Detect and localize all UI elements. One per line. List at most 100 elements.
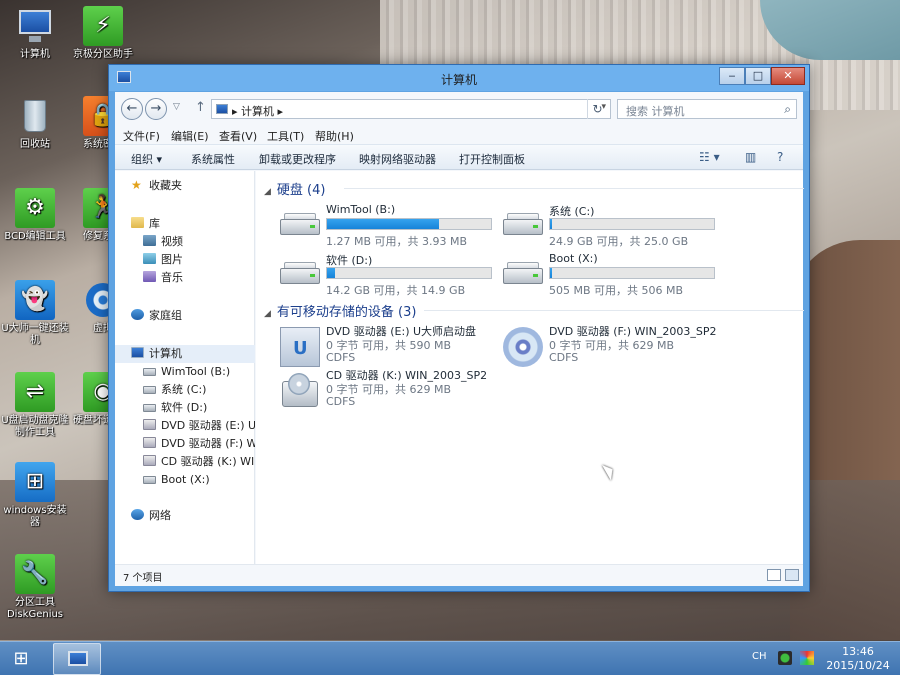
drive-icon [143,386,156,394]
menu-tools[interactable]: 工具(T) [267,128,304,144]
desktop-icon-diskgenius[interactable]: 🔧 分区工具 DiskGenius [0,554,70,621]
drive-icon [143,404,156,412]
nav-network[interactable]: 网络 [115,507,255,525]
details-view-icon[interactable] [767,569,781,581]
refresh-button[interactable]: ↻ [587,99,607,119]
system-properties-button[interactable]: 系统属性 [191,151,235,167]
close-button[interactable]: ✕ [771,67,805,85]
removable-item-k[interactable]: CD 驱动器 (K:) WIN_2003_SP2 0 字节 可用，共 629 M… [276,367,496,411]
collapse-icon[interactable]: ◢ [264,187,271,197]
desktop-icon-label: BCD编辑工具 [4,231,66,242]
group-removable[interactable]: ◢ 有可移动存储的设备 (3) [264,301,804,320]
nav-drive-k[interactable]: CD 驱动器 (K:) WIN [115,453,255,471]
desktop-icon-computer[interactable]: 计算机 [0,6,70,61]
cd-drive-icon [143,455,156,466]
library-icon [131,217,144,228]
collapse-icon[interactable]: ◢ [264,309,271,319]
homegroup-icon [131,309,144,320]
title-bar[interactable]: 计算机 ‒ □ ✕ [109,65,809,91]
menu-bar: 文件(F) 编辑(E) 查看(V) 工具(T) 帮助(H) [115,126,803,144]
cd-drive-icon [280,371,320,411]
search-input[interactable]: 搜索 计算机 ⌕ [617,99,797,119]
windows-start-icon[interactable]: ⊞ [6,644,36,674]
open-control-panel-button[interactable]: 打开控制面板 [459,151,525,167]
nav-drive-b[interactable]: WimTool (B:) [115,363,255,381]
drive-usage-bar [326,267,492,279]
drive-size: 14.2 GB 可用，共 14.9 GB [326,284,466,297]
drive-item-d[interactable]: 软件 (D:) 14.2 GB 可用，共 14.9 GB [276,252,496,297]
nav-computer[interactable]: 计算机 [115,345,255,363]
map-network-drive-button[interactable]: 映射网络驱动器 [359,151,436,167]
language-indicator[interactable]: CH [752,651,767,662]
nav-pictures[interactable]: 图片 [115,251,255,269]
network-status-icon[interactable] [778,651,792,665]
computer-icon [216,104,228,114]
video-folder-icon [143,235,156,246]
menu-file[interactable]: 文件(F) [123,128,160,144]
preview-pane-icon[interactable]: ▥ [745,150,756,164]
maximize-button[interactable]: □ [745,67,771,85]
search-icon[interactable]: ⌕ [784,102,791,117]
drive-item-c[interactable]: 系统 (C:) 24.9 GB 可用，共 25.0 GB [499,203,719,248]
removable-item-e[interactable]: U DVD 驱动器 (E:) U大师启动盘 0 字节 可用，共 590 MB C… [276,323,496,367]
desktop-icon-partition-assistant[interactable]: ⚡ 京极分区助手 [68,6,138,61]
desktop-icon-ghost-install[interactable]: 👻 U大师一键还装机 [0,280,70,347]
forward-button[interactable]: → [145,98,167,120]
hard-drive-icon [503,262,543,284]
nav-favorites[interactable]: ★ 收藏夹 [115,177,255,195]
drive-name: 系统 (C:) [549,205,595,218]
hard-drive-icon [280,213,320,235]
desktop-icon-label: 京极分区助手 [73,49,133,60]
desktop-icon-bcd-edit[interactable]: ⚙ BCD编辑工具 [0,188,70,243]
nav-drive-c[interactable]: 系统 (C:) [115,381,255,399]
nav-drive-e[interactable]: DVD 驱动器 (E:) U大 [115,417,255,435]
taskbar: ⊞ CH 13:46 2015/10/24 [0,641,900,675]
desktop-icon-recycle-bin[interactable]: 回收站 [0,96,70,151]
device-filesystem: CDFS [326,351,356,364]
display-settings-icon[interactable] [800,651,814,665]
nav-homegroup[interactable]: 家庭组 [115,307,255,325]
address-bar[interactable]: ▸ 计算机 ▸ ▾ [211,99,611,119]
minimize-button[interactable]: ‒ [719,67,745,85]
nav-drive-d[interactable]: 软件 (D:) [115,399,255,417]
computer-icon [68,651,88,666]
menu-view[interactable]: 查看(V) [219,128,257,144]
large-icons-view-icon[interactable] [785,569,799,581]
organize-button[interactable]: 组织 ▾ [131,151,162,167]
drive-item-b[interactable]: WimTool (B:) 1.27 MB 可用，共 3.93 MB [276,203,496,248]
desktop-icon-windows-installer[interactable]: ⊞ windows安装器 [0,462,70,529]
drive-size: 1.27 MB 可用，共 3.93 MB [326,235,468,248]
recent-locations-dropdown[interactable]: ▽ [173,102,180,112]
clock-time: 13:46 [842,645,874,658]
clock[interactable]: 13:46 2015/10/24 [820,645,896,673]
nav-label: DVD 驱动器 (E:) U大 [161,419,255,432]
help-icon[interactable]: ? [777,150,783,164]
group-hard-disks[interactable]: ◢ 硬盘 (4) [264,179,804,198]
taskbar-explorer-button[interactable] [53,643,101,675]
nav-videos[interactable]: 视频 [115,233,255,251]
nav-library[interactable]: 库 [115,215,255,233]
menu-edit[interactable]: 编辑(E) [171,128,209,144]
removable-item-f[interactable]: DVD 驱动器 (F:) WIN_2003_SP2 0 字节 可用，共 629 … [499,323,719,367]
breadcrumb-computer[interactable]: 计算机 [241,105,274,118]
back-button[interactable]: ← [121,98,143,120]
nav-label: DVD 驱动器 (F:) WI [161,437,255,450]
breadcrumb[interactable]: ▸ 计算机 ▸ [232,103,283,119]
usb-disc-icon: U [280,327,320,367]
explorer-window[interactable]: 计算机 ‒ □ ✕ ← → ▽ ↑ ▸ 计算机 ▸ ▾ ↻ 搜索 计算机 ⌕ 文… [108,64,810,592]
menu-help[interactable]: 帮助(H) [315,128,354,144]
uninstall-program-button[interactable]: 卸载或更改程序 [259,151,336,167]
nav-label: 家庭组 [149,309,182,322]
nav-label: 软件 (D:) [161,401,208,414]
nav-label: 系统 (C:) [161,383,207,396]
nav-drive-x[interactable]: Boot (X:) [115,471,255,489]
drive-item-x[interactable]: Boot (X:) 505 MB 可用，共 506 MB [499,252,719,297]
desktop-icon-usb-boot-tool[interactable]: ⇌ U盘启动盘克隆制作工具 [0,372,70,439]
up-button[interactable]: ↑ [195,100,206,115]
drive-name: WimTool (B:) [326,203,396,216]
nav-music[interactable]: 音乐 [115,269,255,287]
star-icon: ★ [131,178,142,192]
nav-drive-f[interactable]: DVD 驱动器 (F:) WI [115,435,255,453]
nav-label: 计算机 [149,347,182,360]
view-options-icon[interactable]: ☷ ▾ [699,150,720,164]
